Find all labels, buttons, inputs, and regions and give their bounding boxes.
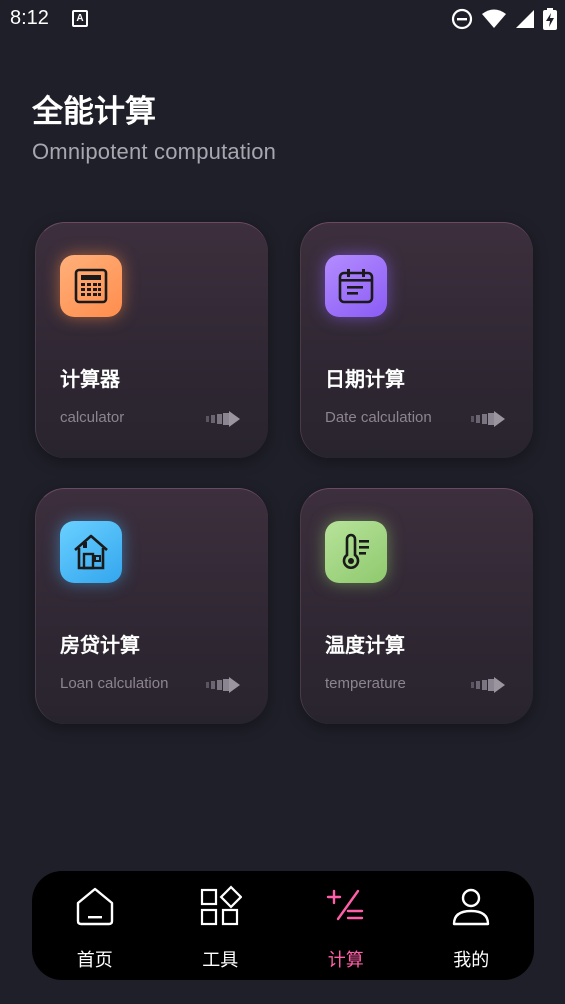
page-title: 全能计算 [32,94,156,130]
card-subtitle: Date calculation [325,409,432,426]
card-loan-calculation[interactable]: 房贷计算 Loan calculation [35,488,268,724]
card-date-calculation[interactable]: 日期计算 Date calculation [300,222,533,458]
page-subtitle: Omnipotent computation [32,139,277,164]
bottom-nav: 首页 工具 计算 我的 [32,871,534,980]
calculator-icon [60,255,122,317]
arrow-right-icon [471,677,505,693]
nav-label: 我的 [453,950,490,971]
status-time: 8:12 [10,7,49,29]
profile-icon [453,888,490,926]
card-subtitle: temperature [325,675,406,692]
calendar-icon [325,255,387,317]
arrow-right-icon [206,677,240,693]
nav-item-home[interactable]: 首页 [32,871,158,980]
nav-item-tools[interactable]: 工具 [158,871,284,980]
card-subtitle: calculator [60,409,125,426]
battery-charging-icon [543,8,557,30]
app-screen: 8:12 A 全能计算 Omnipotent computation 计算器 c… [0,0,565,1004]
wifi-icon [482,9,506,28]
card-subtitle: Loan calculation [60,675,169,692]
card-calculator[interactable]: 计算器 calculator [35,222,268,458]
nav-item-calculate[interactable]: 计算 [283,871,409,980]
tools-grid-icon [201,885,243,926]
home-icon [76,887,113,926]
calculate-icon [326,889,363,921]
card-title: 温度计算 [325,633,405,657]
house-icon [60,521,122,583]
nav-label: 首页 [76,950,113,971]
do-not-disturb-icon [451,8,473,30]
status-icons [451,8,557,30]
card-title: 房贷计算 [60,633,140,657]
notification-a-icon: A [72,10,88,27]
nav-label: 计算 [327,950,364,971]
nav-item-profile[interactable]: 我的 [409,871,535,980]
card-title: 计算器 [60,367,120,391]
nav-label: 工具 [202,950,239,971]
card-temperature[interactable]: 温度计算 temperature [300,488,533,724]
status-bar: 8:12 A [0,0,565,40]
arrow-right-icon [471,411,505,427]
arrow-right-icon [206,411,240,427]
signal-icon [516,10,534,28]
card-title: 日期计算 [325,367,405,391]
thermometer-icon [325,521,387,583]
